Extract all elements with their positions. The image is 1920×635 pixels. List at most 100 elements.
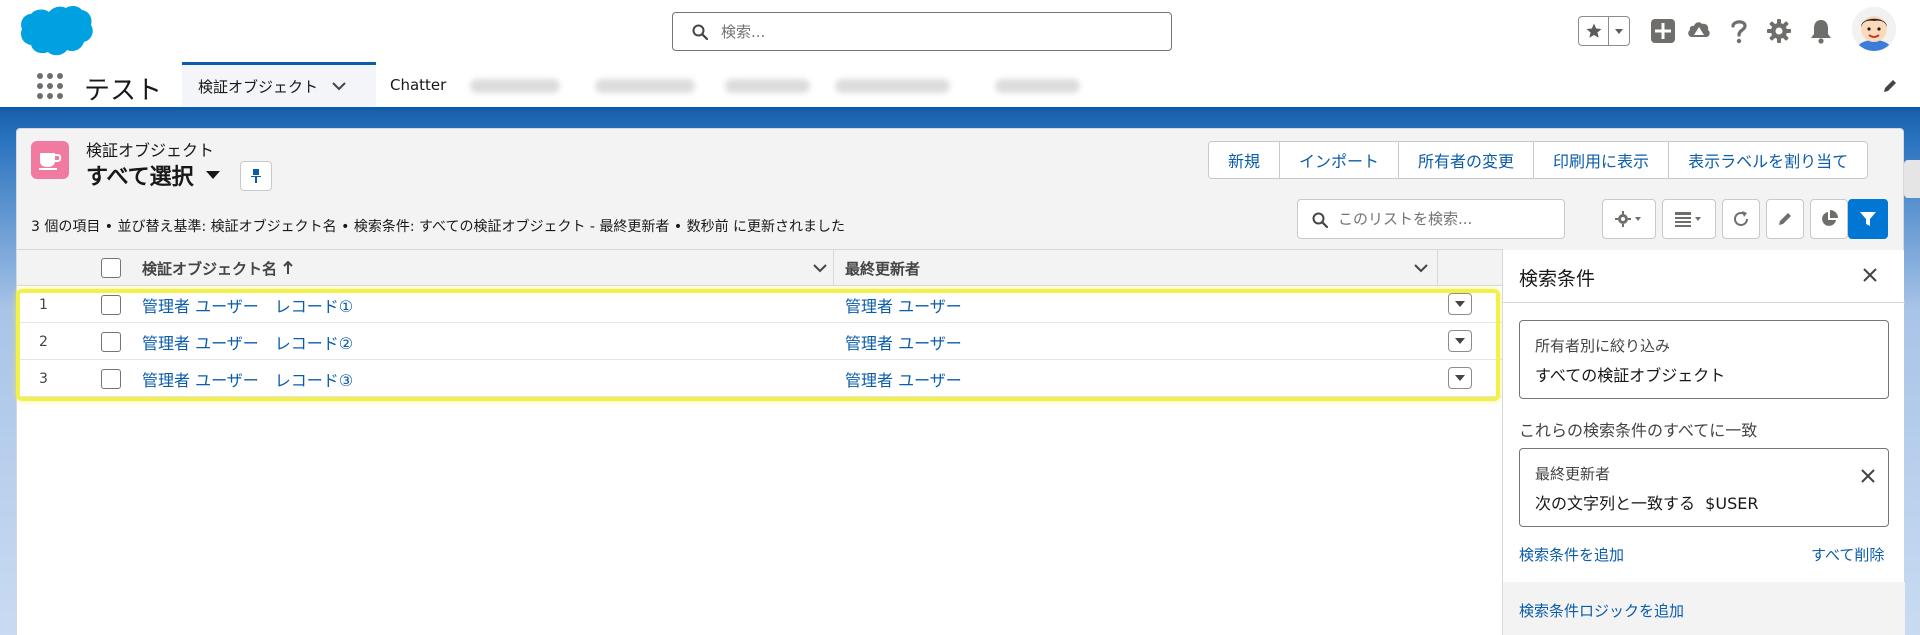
pin-icon xyxy=(250,168,262,184)
favorites-button-group[interactable] xyxy=(1578,16,1630,46)
column-header-last-modified-by[interactable]: 最終更新者 xyxy=(845,250,1405,286)
object-cup-icon xyxy=(31,141,69,179)
sort-ascending-arrow-icon xyxy=(283,261,293,275)
tab-chatter[interactable]: Chatter xyxy=(390,62,446,107)
blurred-tab xyxy=(595,79,695,93)
column-header-name[interactable]: 検証オブジェクト名 xyxy=(142,250,832,286)
column-name-label: 検証オブジェクト名 xyxy=(142,259,278,278)
condition-filter-box[interactable]: 最終更新者 次の文字列と一致する $USER xyxy=(1519,448,1889,527)
column-user-label: 最終更新者 xyxy=(845,259,921,278)
list-settings-button[interactable] xyxy=(1602,199,1656,239)
notifications-bell-icon[interactable] xyxy=(1806,16,1836,46)
global-header xyxy=(0,0,1920,62)
list-search-input[interactable] xyxy=(1338,210,1553,228)
tab-label: 検証オブジェクト xyxy=(198,77,319,96)
column-menu-chevron-icon[interactable] xyxy=(813,250,827,286)
row-checkbox[interactable] xyxy=(101,332,121,352)
pencil-icon xyxy=(1777,211,1793,227)
refresh-icon xyxy=(1732,210,1750,228)
select-all-checkbox[interactable] xyxy=(101,258,121,278)
printable-view-button[interactable]: 印刷用に表示 xyxy=(1534,142,1670,178)
pin-list-view-button[interactable] xyxy=(240,161,272,191)
list-summary-text: 3 個の項目 • 並び替え基準: 検証オブジェクト名 • 検索条件: すべての検… xyxy=(31,219,846,235)
last-modified-by-link[interactable]: 管理者 ユーザー xyxy=(845,330,962,354)
filters-button[interactable] xyxy=(1848,199,1888,239)
new-button[interactable]: 新規 xyxy=(1209,142,1281,178)
salesforce-logo-icon[interactable] xyxy=(18,4,94,58)
user-avatar[interactable] xyxy=(1852,7,1896,51)
list-view-selector[interactable]: すべて選択 xyxy=(86,159,220,191)
row-actions-dropdown[interactable] xyxy=(1448,367,1472,389)
column-divider[interactable] xyxy=(1437,250,1438,286)
column-divider[interactable] xyxy=(833,250,834,286)
global-actions-plus-icon[interactable] xyxy=(1648,16,1678,46)
list-view-name: すべて選択 xyxy=(86,165,194,190)
table-row: 3 管理者 ユーザー レコード③ 管理者 ユーザー xyxy=(17,360,1503,397)
object-label: 検証オブジェクト xyxy=(86,141,215,160)
inline-edit-button[interactable] xyxy=(1766,199,1804,239)
search-icon xyxy=(692,24,708,40)
charts-button[interactable] xyxy=(1810,199,1848,239)
row-number: 3 xyxy=(39,371,48,387)
row-actions-dropdown[interactable] xyxy=(1448,293,1472,315)
condition-field-label: 最終更新者 xyxy=(1535,465,1611,483)
global-search-input[interactable] xyxy=(721,22,1141,41)
trailhead-guidance-icon[interactable] xyxy=(1684,16,1714,46)
filters-panel-footer: 検索条件ロジックを追加 xyxy=(1503,582,1905,635)
filters-panel: 検索条件 所有者別に絞り込み すべての検証オブジェクト これらの検索条件のすべて… xyxy=(1502,250,1905,635)
display-as-button[interactable] xyxy=(1662,199,1716,239)
row-checkbox[interactable] xyxy=(101,369,121,389)
remove-filter-close-icon[interactable] xyxy=(1861,469,1875,483)
add-filter-logic-link[interactable]: 検索条件ロジックを追加 xyxy=(1519,600,1684,621)
chevron-down-icon[interactable] xyxy=(332,81,346,91)
blurred-tab xyxy=(470,79,560,93)
table-row: 1 管理者 ユーザー レコード① 管理者 ユーザー xyxy=(17,286,1503,323)
last-modified-by-link[interactable]: 管理者 ユーザー xyxy=(845,293,962,317)
table-header: 検証オブジェクト名 最終更新者 xyxy=(17,250,1503,286)
select-all-checkbox-cell xyxy=(101,250,121,286)
condition-value: 次の文字列と一致する $USER xyxy=(1535,494,1759,513)
owner-filter-box[interactable]: 所有者別に絞り込み すべての検証オブジェクト xyxy=(1519,320,1889,399)
table-row: 2 管理者 ユーザー レコード② 管理者 ユーザー xyxy=(17,323,1503,360)
help-icon[interactable] xyxy=(1724,16,1754,46)
filter-funnel-icon xyxy=(1859,210,1877,228)
row-number: 1 xyxy=(39,297,48,313)
remove-all-link[interactable]: すべて削除 xyxy=(1811,544,1884,565)
app-launcher-grid-icon[interactable] xyxy=(35,71,65,101)
caret-down-icon[interactable] xyxy=(205,170,220,180)
add-filter-link[interactable]: 検索条件を追加 xyxy=(1519,544,1624,565)
record-name-link[interactable]: 管理者 ユーザー レコード① xyxy=(142,293,353,317)
owner-filter-value: すべての検証オブジェクト xyxy=(1535,366,1726,385)
record-name-link[interactable]: 管理者 ユーザー レコード③ xyxy=(142,367,353,391)
column-menu-chevron-icon[interactable] xyxy=(1414,250,1428,286)
edit-nav-pencil-icon[interactable] xyxy=(1882,78,1898,94)
tab-verification-object[interactable]: 検証オブジェクト xyxy=(182,62,376,107)
blurred-tab xyxy=(725,79,810,93)
assign-label-button[interactable]: 表示ラベルを割り当て xyxy=(1669,142,1868,178)
blurred-tab xyxy=(835,79,950,93)
app-navigation-bar: テスト 検証オブジェクト Chatter xyxy=(0,62,1920,110)
global-search-box[interactable] xyxy=(672,12,1172,51)
import-button[interactable]: インポート xyxy=(1280,142,1400,178)
search-icon xyxy=(1312,212,1328,228)
app-name: テスト xyxy=(84,76,163,106)
row-actions-dropdown[interactable] xyxy=(1448,330,1472,352)
favorites-dropdown-icon[interactable] xyxy=(1609,17,1629,45)
record-name-link[interactable]: 管理者 ユーザー レコード② xyxy=(142,330,353,354)
setup-gear-icon[interactable] xyxy=(1764,16,1794,46)
last-modified-by-link[interactable]: 管理者 ユーザー xyxy=(845,367,962,391)
close-icon[interactable] xyxy=(1863,268,1877,282)
match-all-label: これらの検索条件のすべてに一致 xyxy=(1519,421,1758,440)
row-number: 2 xyxy=(39,334,48,350)
records-table: 検証オブジェクト名 最終更新者 1 管理者 ユーザー レコード① 管理者 ユーザ… xyxy=(17,249,1503,635)
filters-panel-title: 検索条件 xyxy=(1519,268,1596,290)
divider xyxy=(1503,302,1905,303)
change-owner-button[interactable]: 所有者の変更 xyxy=(1399,142,1535,178)
table-view-icon xyxy=(1675,211,1703,227)
favorites-star-icon[interactable] xyxy=(1579,17,1609,45)
list-search-box[interactable] xyxy=(1297,199,1565,239)
side-panel-tab[interactable] xyxy=(1904,160,1920,198)
refresh-button[interactable] xyxy=(1722,199,1760,239)
row-checkbox[interactable] xyxy=(101,295,121,315)
gear-icon xyxy=(1615,211,1643,227)
